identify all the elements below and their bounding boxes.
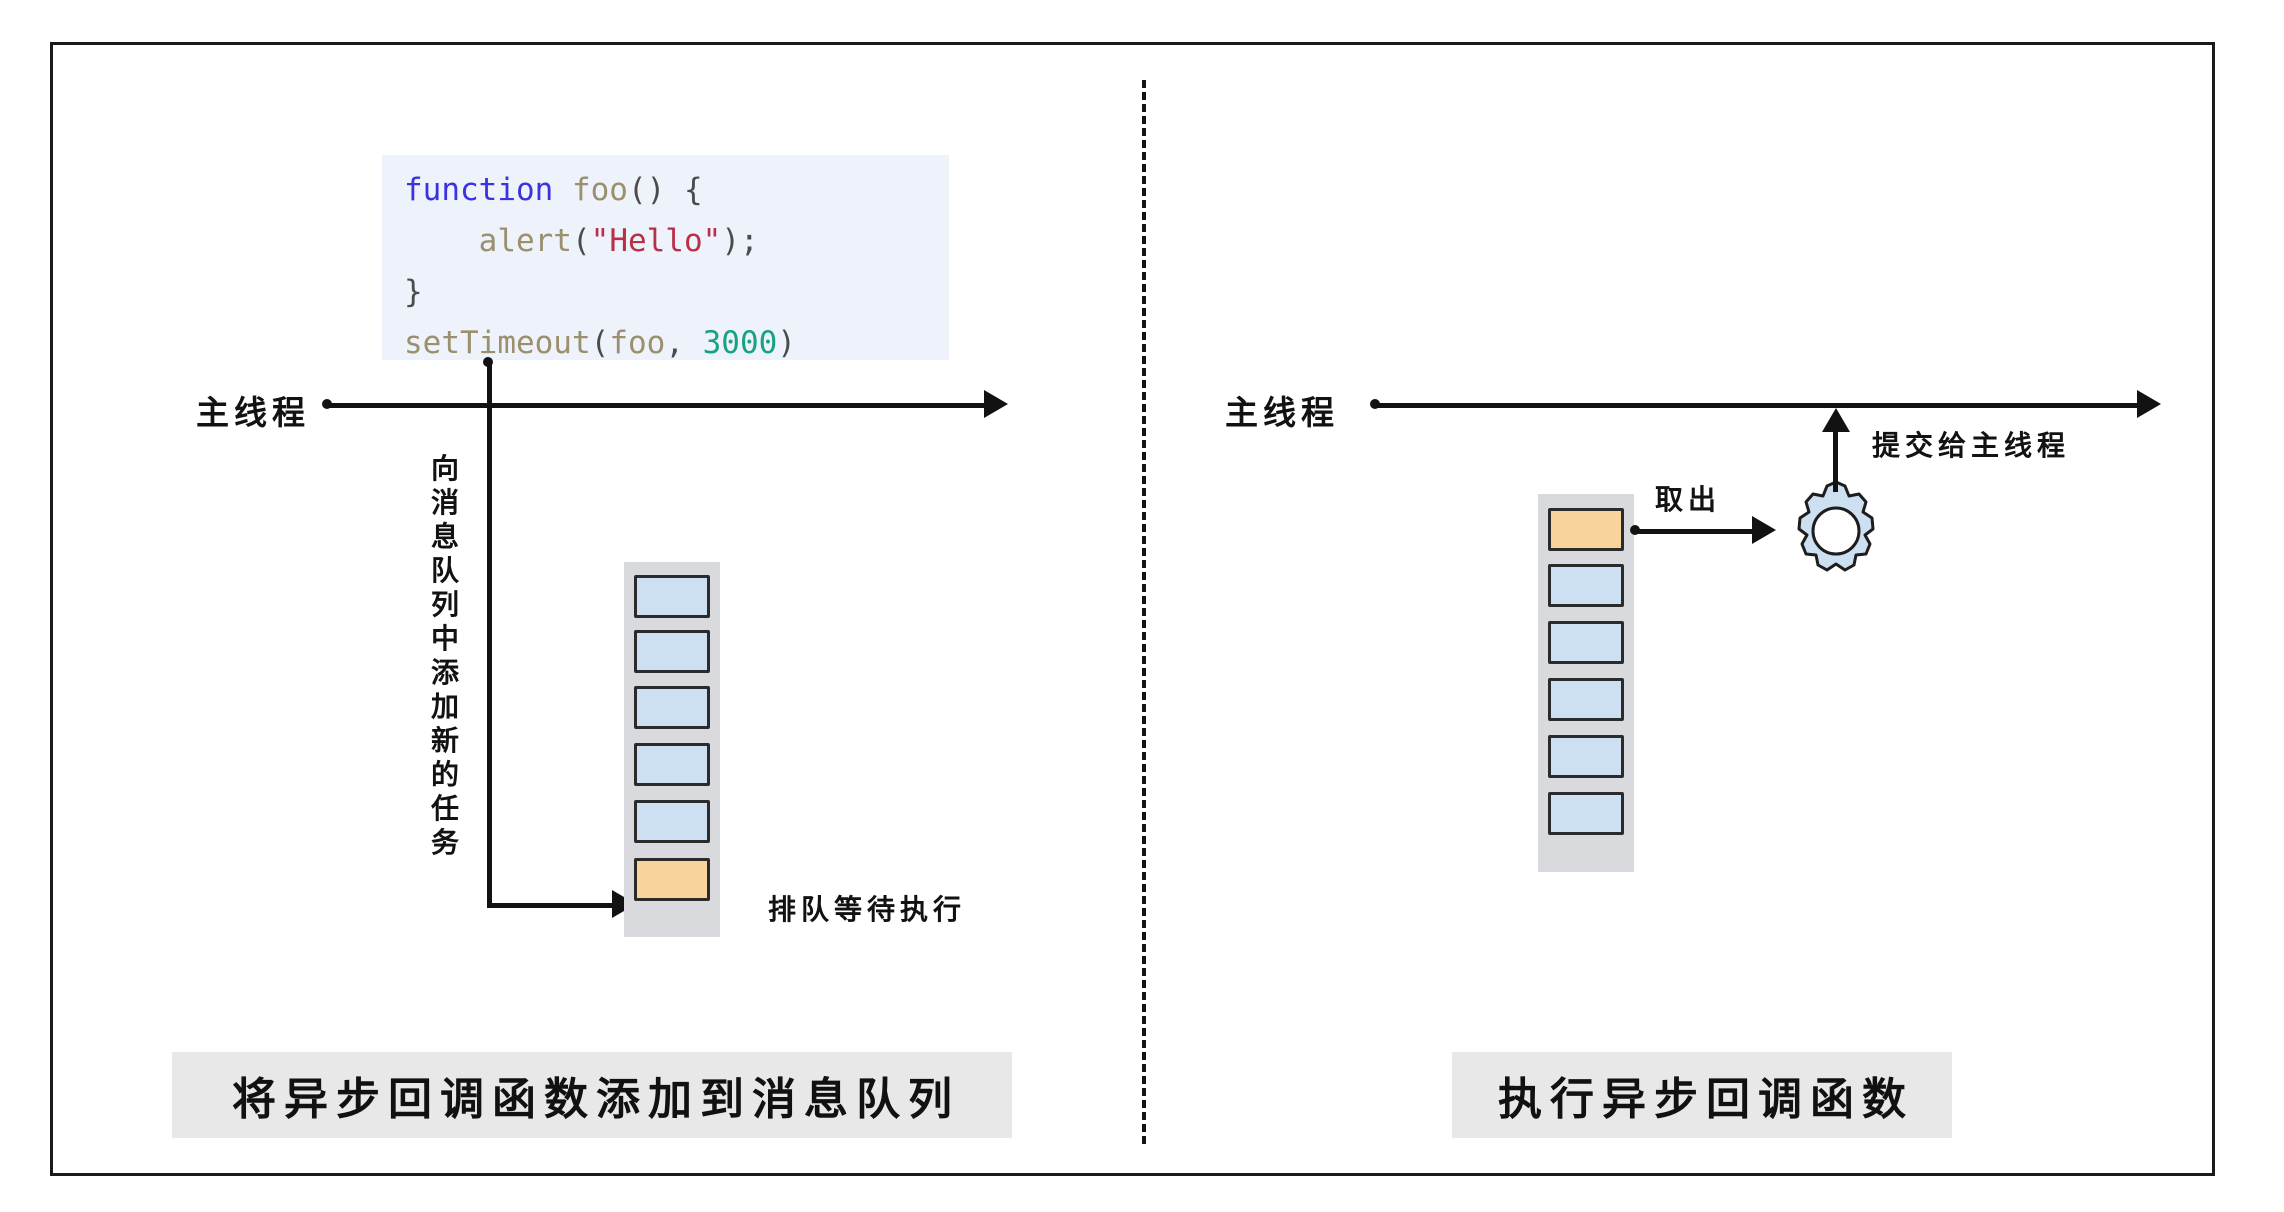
code-brace-close: }	[404, 274, 423, 310]
right-queue-task-0	[1548, 508, 1624, 551]
left-main-thread-line	[327, 403, 987, 408]
code-punct-1: () {	[627, 172, 703, 208]
panel-divider	[1142, 80, 1146, 1144]
left-queue-task-5	[634, 858, 710, 901]
code-snippet: function foo() { alert("Hello"); } setTi…	[382, 155, 949, 361]
submit-vertical-line	[1833, 432, 1838, 492]
left-queue-task-0	[634, 575, 710, 618]
code-identifier-settimeout: setTimeout	[404, 325, 591, 361]
code-keyword-function: function	[404, 172, 554, 208]
left-caption: 将异步回调函数添加到消息队列	[172, 1052, 1012, 1138]
code-paren-open-2: (	[590, 325, 610, 361]
right-queue-task-3	[1548, 678, 1624, 721]
code-comma: ,	[665, 325, 703, 361]
gear-icon	[1797, 480, 1875, 572]
code-identifier-foo: foo	[571, 172, 628, 208]
left-vertical-note: 向消息队列中添加新的任务	[430, 452, 459, 859]
dequeue-line	[1635, 529, 1755, 534]
left-message-queue	[624, 562, 720, 937]
right-queue-task-1	[1548, 564, 1624, 607]
right-caption: 执行异步回调函数	[1452, 1052, 1952, 1138]
dequeue-arrowhead	[1752, 516, 1776, 544]
right-queue-task-2	[1548, 621, 1624, 664]
code-paren-open: (	[571, 223, 591, 259]
left-queue-task-1	[634, 630, 710, 673]
right-main-thread-line	[1375, 403, 2140, 408]
submit-arrowhead	[1822, 408, 1850, 432]
right-queue-task-4	[1548, 735, 1624, 778]
left-queue-task-2	[634, 686, 710, 729]
left-main-thread-arrowhead	[984, 390, 1008, 418]
code-paren-close-2: )	[777, 325, 796, 361]
diagram-frame	[50, 42, 2215, 1176]
left-queue-task-3	[634, 743, 710, 786]
code-string-hello: "Hello"	[590, 223, 722, 259]
code-number-3000: 3000	[702, 325, 778, 361]
left-queue-note: 排队等待执行	[768, 893, 967, 926]
dequeue-label: 取出	[1655, 483, 1722, 516]
right-message-queue	[1538, 494, 1634, 872]
left-main-thread-label: 主线程	[196, 393, 310, 432]
left-queue-task-4	[634, 800, 710, 843]
diagram-canvas: function foo() { alert("Hello"); } setTi…	[0, 0, 2284, 1212]
left-branch-horizontal-line	[487, 903, 615, 908]
submit-label: 提交给主线程	[1872, 429, 2071, 462]
right-main-thread-label: 主线程	[1225, 393, 1339, 432]
right-main-thread-arrowhead	[2137, 390, 2161, 418]
right-queue-task-5	[1548, 792, 1624, 835]
code-paren-close: );	[721, 223, 759, 259]
left-branch-vertical-line	[487, 362, 492, 907]
code-arg-foo: foo	[609, 325, 666, 361]
code-identifier-alert: alert	[478, 223, 572, 259]
